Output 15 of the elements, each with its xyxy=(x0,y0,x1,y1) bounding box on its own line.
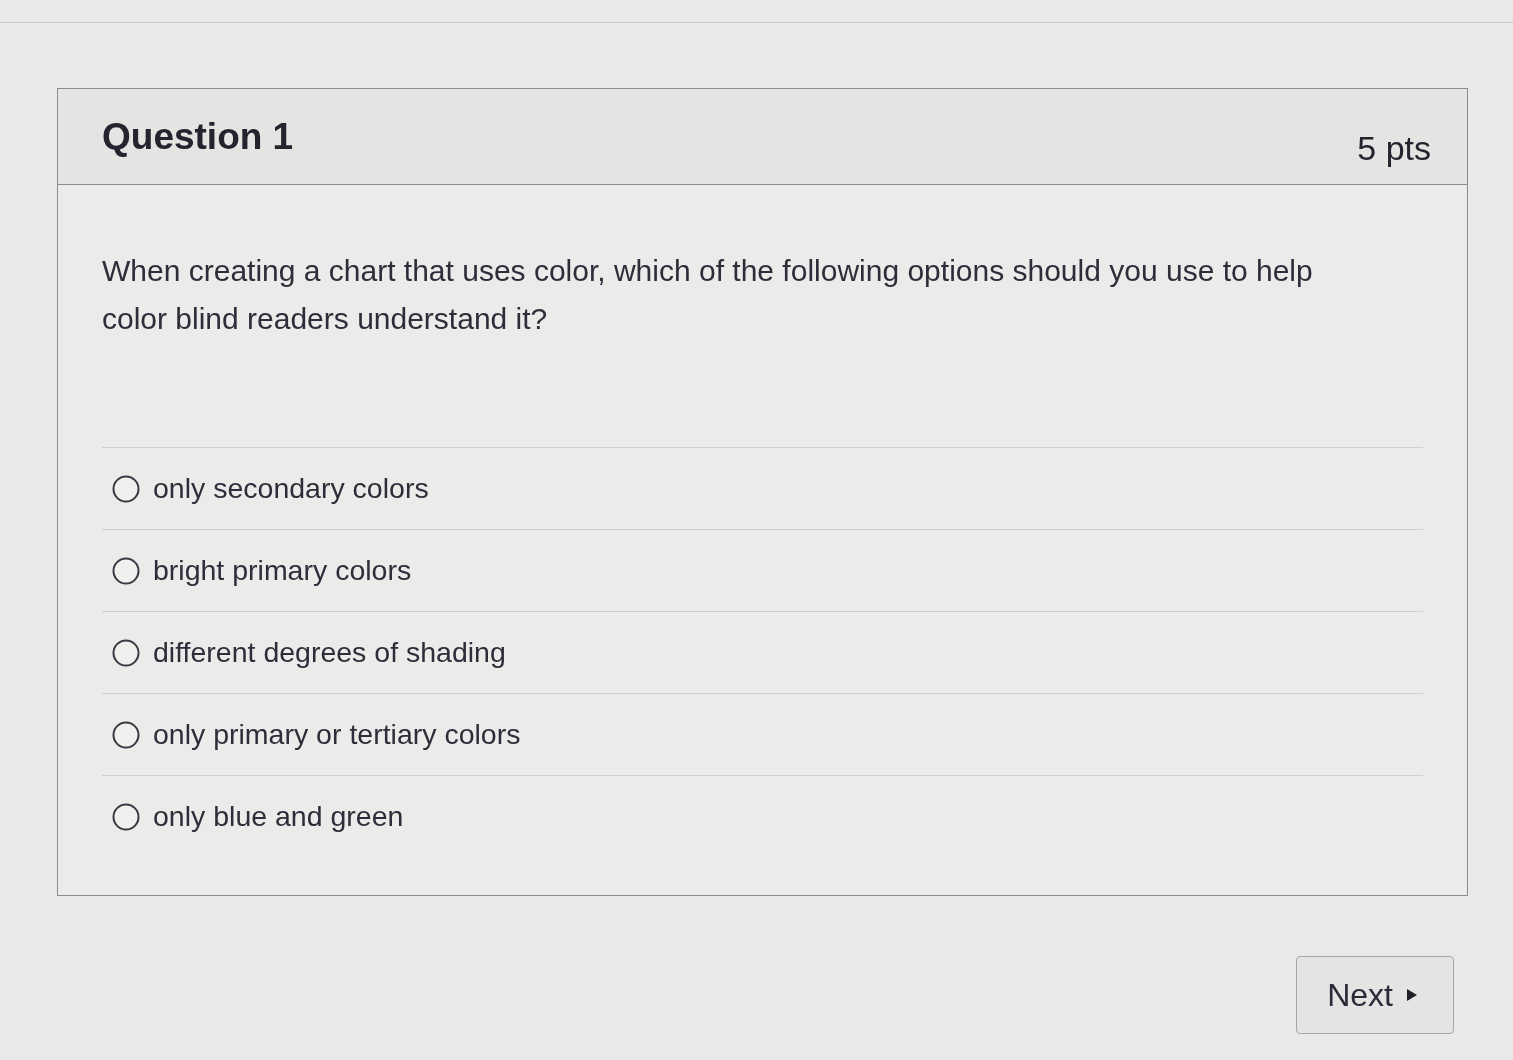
radio-button[interactable] xyxy=(112,474,140,503)
radio-button[interactable] xyxy=(112,802,140,831)
radio-button[interactable] xyxy=(112,638,140,667)
question-title: Question 1 xyxy=(102,115,294,158)
radio-button[interactable] xyxy=(112,556,140,585)
answer-label[interactable]: only secondary colors xyxy=(153,472,429,505)
radio-button[interactable] xyxy=(112,720,140,749)
answer-label[interactable]: only primary or tertiary colors xyxy=(153,718,521,751)
question-text: When creating a chart that uses color, which of the following options should you use to help color blind readers understand it? xyxy=(102,253,1314,337)
answer-label[interactable]: only blue and green xyxy=(153,800,404,833)
play-icon xyxy=(1407,989,1417,1001)
points-label: 5 pts xyxy=(1357,129,1431,168)
answer-label[interactable]: bright primary colors xyxy=(153,554,412,587)
answer-label[interactable]: different degrees of shading xyxy=(153,636,506,669)
next-button[interactable]: Next xyxy=(1296,956,1454,1034)
